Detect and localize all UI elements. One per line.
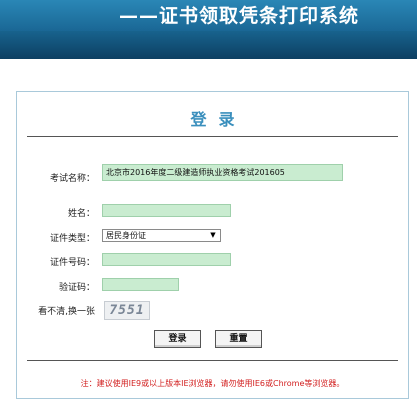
- chevron-down-icon[interactable]: ▼: [208, 231, 218, 240]
- captcha-image[interactable]: 7551: [104, 301, 150, 320]
- title-divider: [27, 136, 398, 137]
- captcha-label: 验证码：: [58, 283, 95, 293]
- exam-name-label-wrap: 考试名称：: [17, 169, 95, 187]
- id-number-label-wrap: 证件号码：: [17, 253, 95, 271]
- name-label-wrap: 姓名：: [17, 204, 95, 222]
- login-button[interactable]: 登录: [154, 330, 201, 348]
- exam-name-label: 考试名称：: [49, 174, 95, 184]
- id-number-input[interactable]: [102, 253, 231, 266]
- id-number-label: 证件号码：: [49, 258, 95, 268]
- captcha-label-wrap: 验证码：: [17, 278, 95, 296]
- id-type-label-wrap: 证件类型：: [17, 229, 95, 247]
- name-label: 姓名：: [67, 209, 95, 219]
- name-input[interactable]: [102, 204, 231, 217]
- refresh-captcha-wrap[interactable]: 看不清,换一张: [17, 302, 95, 320]
- login-panel: 登录 考试名称： 北京市2016年度二级建造师执业资格考试201605 姓名： …: [16, 91, 409, 399]
- id-type-select[interactable]: 居民身份证 ▼: [102, 229, 221, 242]
- app-title: ——证书领取凭条打印系统: [119, 5, 360, 27]
- id-type-label: 证件类型：: [49, 234, 95, 244]
- browser-note: 注：建议使用IE9或以上版本IE浏览器，请勿使用IE6或Chrome等浏览器。: [80, 379, 345, 388]
- panel-title: 登录: [190, 110, 247, 129]
- header-banner: ——证书领取凭条打印系统: [0, 0, 417, 59]
- captcha-input[interactable]: [102, 278, 179, 291]
- refresh-captcha-link[interactable]: 看不清,换一张: [38, 304, 95, 317]
- reset-button[interactable]: 重置: [215, 330, 262, 348]
- id-type-selected-value: 居民身份证: [106, 231, 146, 240]
- exam-name-field[interactable]: 北京市2016年度二级建造师执业资格考试201605: [102, 164, 343, 181]
- bottom-divider: [27, 360, 398, 361]
